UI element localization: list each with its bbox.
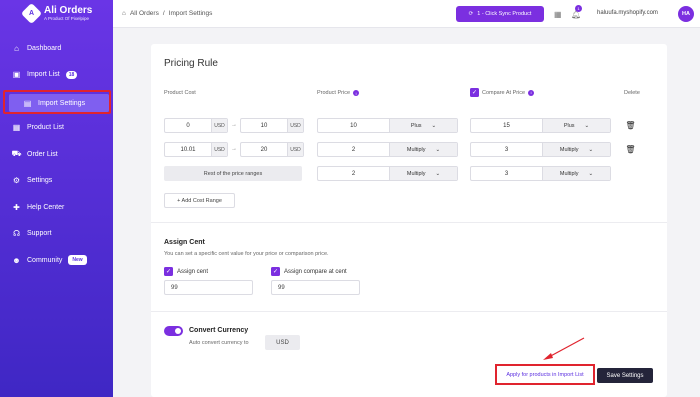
compare-rule-select[interactable]: 15 Plus ⌄: [470, 118, 611, 133]
sidebar-item-label: Import List: [27, 71, 60, 79]
grid-icon[interactable]: ▦: [554, 10, 562, 19]
convert-currency-toggle[interactable]: [164, 326, 183, 336]
rest-compare-select[interactable]: 3 Multiply ⌄: [470, 166, 611, 181]
price-rule-select[interactable]: 10 Plus ⌄: [317, 118, 458, 133]
sidebar: A Ali Orders A Product Of Pixelpipe ⌂ Da…: [0, 0, 113, 397]
sidebar-item-order-list[interactable]: ⛟ Order List: [0, 141, 113, 168]
divider: [151, 222, 667, 223]
sidebar-item-dashboard[interactable]: ⌂ Dashboard: [0, 35, 113, 62]
sidebar-item-import-list[interactable]: ▣ Import List 18: [0, 62, 113, 89]
sidebar-item-support[interactable]: ☊ Support: [0, 221, 113, 248]
import-icon: ▣: [12, 70, 21, 80]
compare-checkbox[interactable]: ✓: [470, 88, 479, 97]
arrow-icon: →: [231, 122, 237, 128]
sidebar-item-label: Settings: [27, 177, 53, 185]
new-badge: New: [68, 255, 87, 266]
brand-logo[interactable]: A Ali Orders A Product Of Pixelpipe: [20, 2, 93, 24]
cost-from-field[interactable]: 10.01 USD: [164, 142, 228, 157]
trash-icon[interactable]: 🗑︎: [625, 144, 635, 154]
col-delete: Delete: [624, 90, 640, 96]
col-product-price: Product Price i: [317, 90, 360, 96]
sync-icon: ⟳: [468, 11, 474, 17]
add-cost-range-button[interactable]: + Add Cost Range: [164, 193, 235, 208]
chevron-down-icon: ⌄: [435, 170, 441, 177]
info-icon[interactable]: i: [353, 90, 360, 96]
sidebar-item-label: Support: [27, 230, 52, 238]
col-product-cost: Product Cost: [164, 90, 196, 96]
pricing-rule-title: Pricing Rule: [164, 58, 218, 69]
assign-compare-cent-checkbox[interactable]: ✓ Assign compare at cent: [271, 267, 347, 276]
store-name[interactable]: haluufa.myshopify.com: [597, 10, 658, 16]
highlight-box: ▤ Import Settings: [3, 90, 111, 114]
sidebar-item-settings[interactable]: ⚙ Settings: [0, 168, 113, 195]
divider: [151, 311, 667, 312]
box-icon: ▦: [12, 123, 21, 133]
chevron-down-icon: ⌄: [584, 122, 590, 129]
cart-icon: ⛟: [11, 149, 22, 159]
assign-cent-title: Assign Cent: [164, 239, 205, 246]
sidebar-item-community[interactable]: ☻ Community New: [0, 247, 113, 274]
cost-to-field[interactable]: 10 USD: [240, 118, 304, 133]
rest-price-ranges: Rest of the price ranges: [164, 166, 302, 181]
convert-currency-title: Convert Currency: [189, 327, 249, 334]
brand-subtitle: A Product Of Pixelpipe: [44, 16, 90, 21]
checkbox-icon: ✓: [164, 267, 173, 276]
chevron-down-icon: ⌄: [435, 146, 441, 153]
count-badge: 18: [65, 70, 78, 79]
breadcrumb: ⌂ All Orders / Import Settings: [122, 10, 212, 17]
sidebar-nav: ⌂ Dashboard ▣ Import List 18 ▤ Import Se…: [0, 35, 113, 274]
price-rule-select[interactable]: 2 Multiply ⌄: [317, 142, 458, 157]
home-icon[interactable]: ⌂: [122, 10, 126, 17]
compare-cent-input[interactable]: 99: [271, 280, 360, 295]
sidebar-item-label: Order List: [27, 150, 58, 158]
breadcrumb-separator: /: [162, 10, 165, 17]
apply-import-list-link[interactable]: Apply for products in Import List: [495, 364, 595, 385]
cost-from-field[interactable]: 0 USD: [164, 118, 228, 133]
top-bar: ⌂ All Orders / Import Settings ⟳ 1 - Cli…: [113, 0, 700, 28]
community-icon: ☻: [12, 255, 21, 265]
save-settings-button[interactable]: Save Settings: [597, 368, 653, 383]
info-icon[interactable]: i: [528, 89, 535, 96]
sidebar-item-help-center[interactable]: ✚ Help Center: [0, 194, 113, 221]
chevron-down-icon: ⌄: [588, 146, 594, 153]
breadcrumb-current: Import Settings: [168, 10, 213, 17]
sidebar-item-label: Import Settings: [38, 99, 86, 107]
settings-list-icon: ▤: [23, 98, 32, 108]
checkbox-icon: ✓: [271, 267, 280, 276]
sync-label: 1 - Click Sync Product: [477, 11, 532, 17]
currency-select[interactable]: USD: [265, 335, 300, 350]
compare-rule-select[interactable]: 3 Multiply ⌄: [470, 142, 611, 157]
cost-to-field[interactable]: 20 USD: [240, 142, 304, 157]
trash-icon[interactable]: 🗑︎: [625, 120, 635, 130]
logo-icon: A: [20, 2, 43, 24]
active-item-bg: ▤ Import Settings: [9, 94, 109, 112]
chevron-down-icon: ⌄: [588, 170, 594, 177]
chevron-down-icon: ⌄: [431, 122, 437, 129]
home-icon: ⌂: [14, 43, 19, 53]
sidebar-item-import-settings[interactable]: ▤ Import Settings: [0, 88, 113, 115]
annotation-arrow: [543, 337, 585, 360]
assign-cent-checkbox[interactable]: ✓ Assign cent: [164, 267, 208, 276]
notification-count: 1: [575, 5, 582, 12]
headset-icon: ☊: [12, 229, 21, 239]
assign-cent-desc: You can set a specific cent value for yo…: [164, 251, 329, 257]
brand-title: Ali Orders: [44, 5, 93, 16]
convert-currency-desc: Auto convert currency to: [189, 340, 249, 346]
sync-product-button[interactable]: ⟳ 1 - Click Sync Product: [456, 6, 544, 22]
col-compare-price: ✓ Compare At Price i: [470, 88, 535, 97]
arrow-icon: →: [231, 146, 237, 152]
gear-icon: ⚙: [12, 176, 21, 186]
sidebar-item-label: Community: [27, 256, 63, 264]
rest-price-select[interactable]: 2 Multiply ⌄: [317, 166, 458, 181]
help-icon: ✚: [13, 202, 20, 212]
sidebar-item-label: Help Center: [27, 203, 65, 211]
breadcrumb-item[interactable]: All Orders: [130, 10, 159, 17]
settings-card: Pricing Rule Product Cost Product Price i…: [151, 44, 667, 397]
sidebar-item-label: Product List: [27, 124, 64, 132]
sidebar-item-product-list[interactable]: ▦ Product List: [0, 115, 113, 142]
avatar[interactable]: HA: [678, 6, 694, 22]
cent-input[interactable]: 99: [164, 280, 253, 295]
sidebar-item-label: Dashboard: [27, 44, 62, 52]
